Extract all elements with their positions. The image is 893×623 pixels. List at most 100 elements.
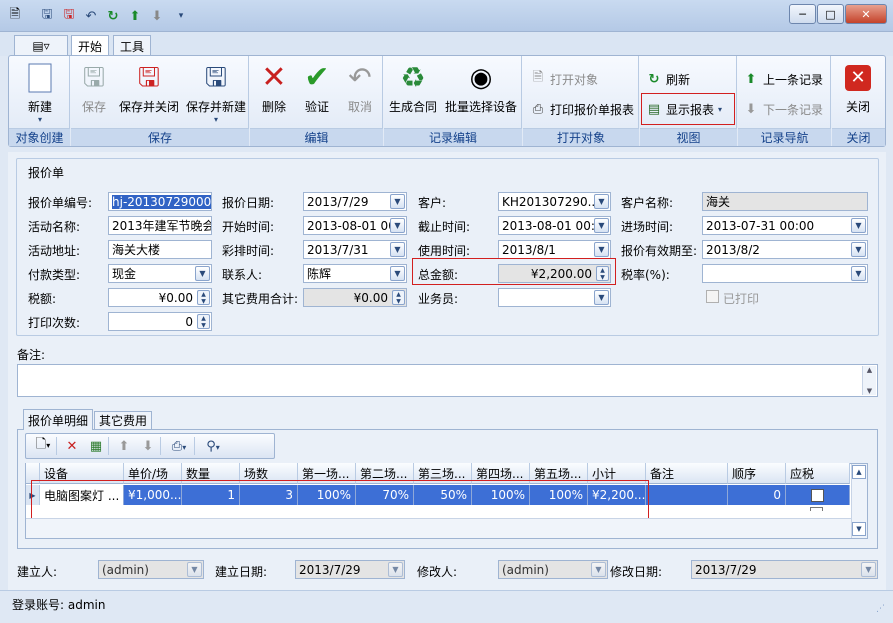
- save-new-button[interactable]: 🖫 保存并新建 ▾: [184, 62, 248, 124]
- salesman-field[interactable]: ▼: [498, 288, 611, 307]
- prev-record-button[interactable]: ⬆ 上一条记录: [743, 68, 823, 90]
- delete-icon: ✕: [261, 60, 287, 95]
- payment-type-field[interactable]: 现金 ▼: [108, 264, 212, 283]
- save-close-icon[interactable]: 🖫: [60, 7, 78, 25]
- use-time-field[interactable]: 2013/8/1 ▼: [498, 240, 611, 259]
- dropdown-icon[interactable]: ▼: [390, 266, 405, 281]
- move-down-icon[interactable]: ⬇: [136, 439, 160, 454]
- start-time-label: 开始时间:: [222, 220, 275, 234]
- dropdown-icon[interactable]: ▼: [390, 242, 405, 257]
- creator-value: (admin): [102, 562, 149, 577]
- dropdown-icon[interactable]: ▼: [851, 242, 866, 257]
- start-time-value: 2013-08-01 00: [307, 218, 396, 233]
- spinner-icon[interactable]: ▲ ▼: [197, 314, 210, 329]
- excel-icon[interactable]: ▦: [84, 439, 108, 454]
- dropdown-icon[interactable]: ▼: [851, 218, 866, 233]
- print-report-button[interactable]: ⎙ 打印报价单报表: [530, 98, 634, 120]
- cell-order[interactable]: 0: [728, 485, 786, 505]
- customer-field[interactable]: KH201307290... ▼: [498, 192, 611, 211]
- spinner-icon: ▲ ▼: [392, 290, 405, 305]
- rehearsal-field[interactable]: 2013/7/31 ▼: [303, 240, 407, 259]
- col-taxable[interactable]: 应税: [786, 463, 850, 484]
- grid-hscrollbar[interactable]: [26, 518, 851, 538]
- customer-value: KH201307290...: [502, 194, 600, 209]
- valid-until-field[interactable]: 2013/8/2 ▼: [702, 240, 868, 259]
- tax-label: 税额:: [28, 292, 57, 306]
- total-value: ¥2,200.00: [530, 266, 592, 281]
- tab-quote-detail[interactable]: 报价单明细: [23, 409, 93, 430]
- tab-home[interactable]: 开始: [71, 35, 109, 57]
- resize-grip-icon[interactable]: ⋰: [876, 604, 885, 614]
- close-icon: ✕: [842, 62, 874, 94]
- dropdown-icon[interactable]: ▼: [390, 218, 405, 233]
- tab-other-fees[interactable]: 其它费用: [94, 411, 152, 429]
- modifier-label: 修改人:: [417, 565, 458, 579]
- create-date-field: 2013/7/29 ▼: [295, 560, 405, 579]
- tax-rate-field[interactable]: ▼: [702, 264, 868, 283]
- new-button[interactable]: 新建 ▾: [15, 62, 65, 124]
- activity-name-field[interactable]: 2013年建军节晚会: [108, 216, 212, 235]
- cancel-label: 取消: [347, 100, 372, 114]
- print-icon[interactable]: ⎙▾: [164, 439, 194, 454]
- minimize-button[interactable]: ─: [789, 4, 816, 24]
- deadline-field[interactable]: 2013-08-01 00:0 ▼: [498, 216, 611, 235]
- find-icon[interactable]: ⚲▾: [198, 439, 228, 454]
- printed-checkbox[interactable]: [706, 290, 719, 303]
- quote-no-field[interactable]: hj-201307290001: [108, 192, 212, 211]
- print-count-field[interactable]: 0 ▲ ▼: [108, 312, 212, 331]
- move-up-icon[interactable]: ⬆: [112, 439, 136, 454]
- dropdown-icon[interactable]: ▼: [594, 194, 609, 209]
- cell-note[interactable]: [646, 485, 728, 505]
- batch-select-button[interactable]: ◉ 批量选择设备: [443, 62, 519, 115]
- down-icon[interactable]: ⬇: [148, 7, 166, 25]
- maximize-button[interactable]: □: [817, 4, 844, 24]
- new-row-icon[interactable]: 🗋▾: [30, 435, 56, 457]
- open-object-button[interactable]: 🗎 打开对象: [530, 68, 598, 90]
- dropdown-icon[interactable]: ▼: [594, 218, 609, 233]
- col-order[interactable]: 顺序: [728, 463, 786, 484]
- dropdown-icon[interactable]: ▼: [851, 266, 866, 281]
- scroll-down-icon[interactable]: ▼: [852, 522, 866, 536]
- taxable-checkbox[interactable]: [811, 488, 824, 502]
- dropdown-icon[interactable]: ▼: [195, 266, 210, 281]
- start-time-field[interactable]: 2013-08-01 00 ▼: [303, 216, 407, 235]
- cell-taxable[interactable]: [786, 485, 850, 505]
- dropdown-icon[interactable]: ▼: [390, 194, 405, 209]
- contact-field[interactable]: 陈辉 ▼: [303, 264, 407, 283]
- delete-row-icon[interactable]: ✕: [60, 439, 84, 454]
- dropdown-icon[interactable]: ▼: [594, 242, 609, 257]
- spinner-icon[interactable]: ▲ ▼: [197, 290, 210, 305]
- save-icon[interactable]: 🖫: [38, 7, 56, 25]
- verify-button[interactable]: ✔ 验证: [298, 62, 336, 115]
- close-window-button[interactable]: ✕: [845, 4, 887, 24]
- refresh-button[interactable]: ↻ 刷新: [646, 68, 690, 90]
- remarks-field[interactable]: [17, 364, 878, 397]
- entry-time-field[interactable]: 2013-07-31 00:00 ▼: [702, 216, 868, 235]
- save-close-button[interactable]: 🖫 保存并关闭: [117, 62, 181, 115]
- next-record-button[interactable]: ⬇ 下一条记录: [743, 98, 823, 120]
- refresh-icon[interactable]: ↻: [104, 7, 122, 25]
- app-icon[interactable]: 🗎: [6, 7, 24, 25]
- col-note[interactable]: 备注: [646, 463, 728, 484]
- generate-contract-button[interactable]: ♻ 生成合同: [386, 62, 440, 115]
- activity-address-label: 活动地址:: [28, 244, 81, 258]
- tax-field[interactable]: ¥0.00 ▲ ▼: [108, 288, 212, 307]
- remarks-scrollbar[interactable]: ▲ ▼: [862, 366, 876, 395]
- show-report-button[interactable]: ▤ 显示报表 ▾: [641, 93, 735, 125]
- floppy-close-icon: 🖫: [137, 63, 161, 93]
- tax-value: ¥0.00: [158, 290, 193, 305]
- customize-icon[interactable]: ▾: [172, 7, 190, 25]
- undo-icon[interactable]: ↶: [82, 7, 100, 25]
- save-button[interactable]: 🖫 保存: [74, 62, 114, 115]
- app-menu-button[interactable]: ▤▿: [14, 35, 68, 56]
- scroll-up-icon[interactable]: ▲: [852, 465, 866, 479]
- partial-checkbox: [810, 507, 823, 511]
- tab-tools[interactable]: 工具: [113, 35, 151, 56]
- close-button[interactable]: ✕ 关闭: [836, 62, 880, 115]
- dropdown-icon[interactable]: ▼: [594, 290, 609, 305]
- cancel-button[interactable]: ↶ 取消: [341, 62, 379, 115]
- activity-address-field[interactable]: 海关大楼: [108, 240, 212, 259]
- delete-button[interactable]: ✕ 删除: [255, 62, 293, 115]
- quote-date-field[interactable]: 2013/7/29 ▼: [303, 192, 407, 211]
- up-icon[interactable]: ⬆: [126, 7, 144, 25]
